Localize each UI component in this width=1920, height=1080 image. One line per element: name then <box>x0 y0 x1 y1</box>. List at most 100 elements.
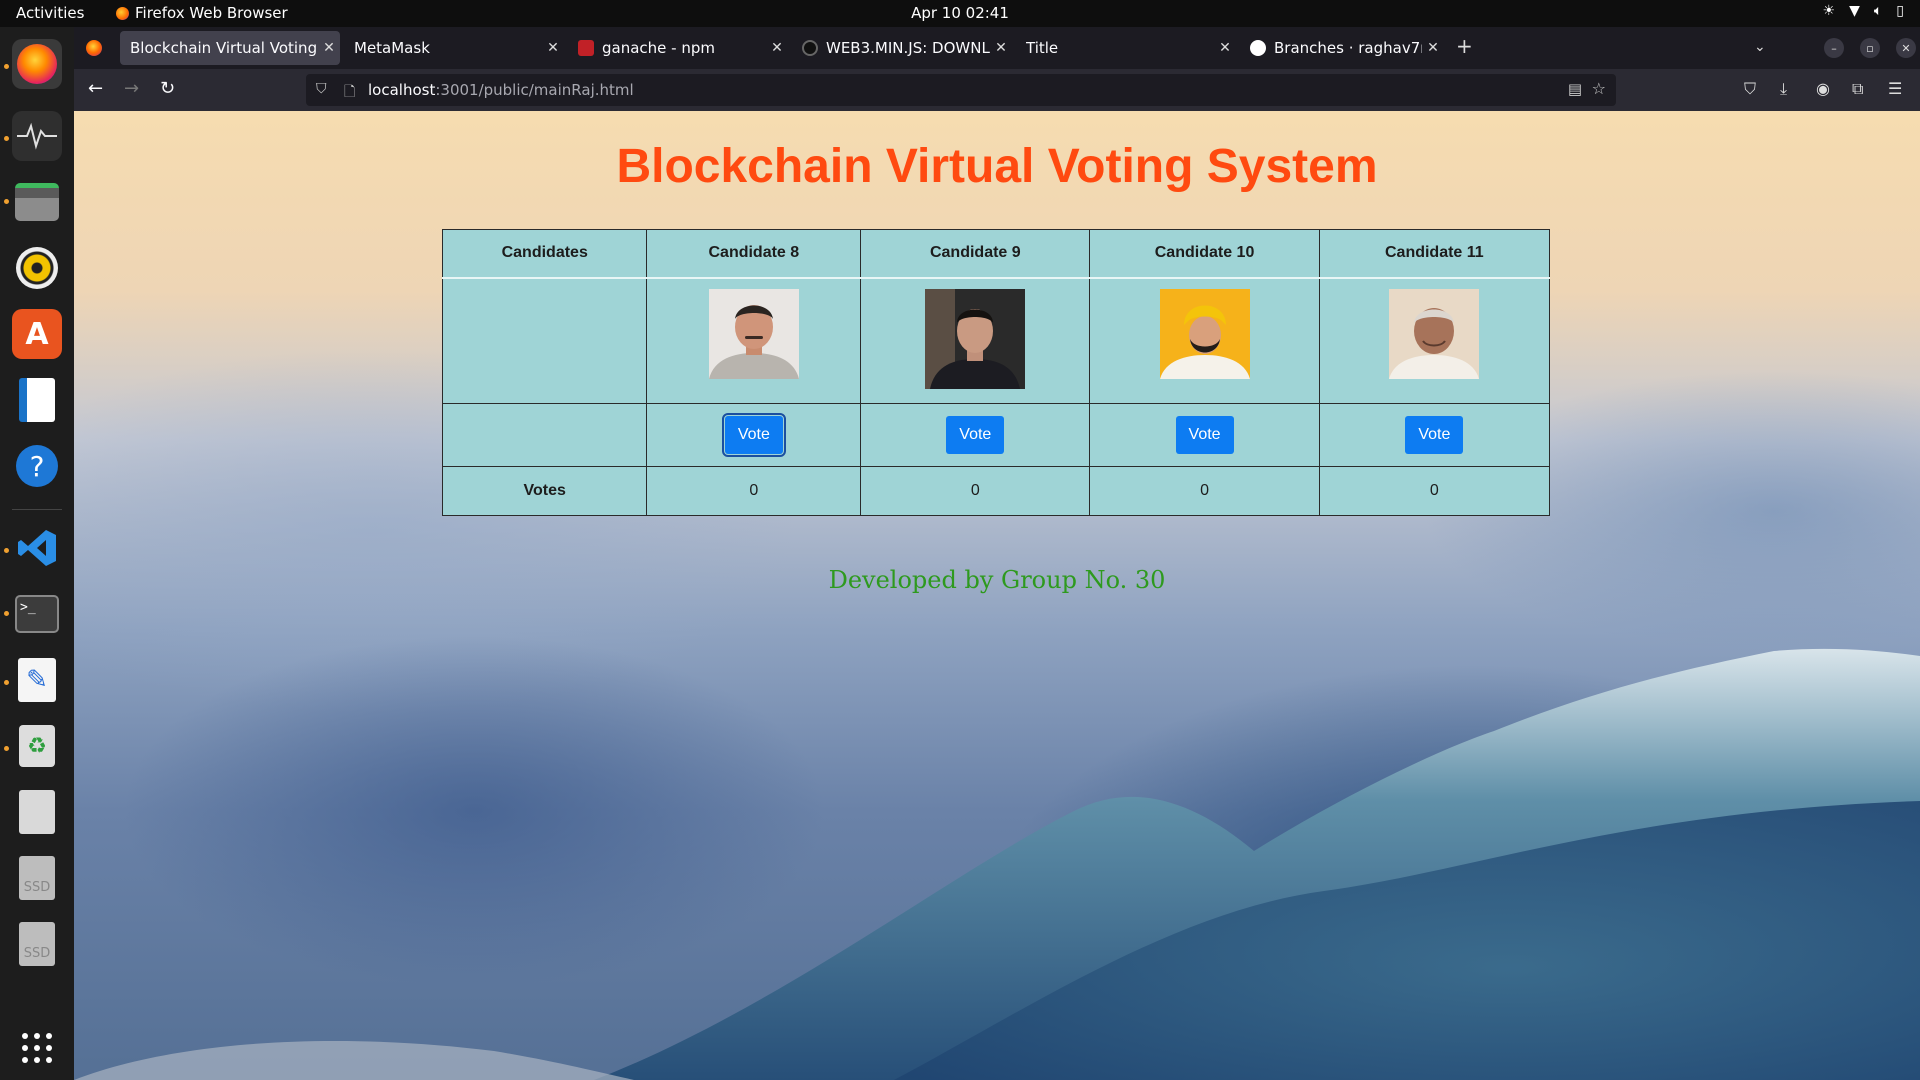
system-top-bar: Activities Firefox Web Browser Apr 10 02… <box>0 0 1920 27</box>
close-tab-icon[interactable]: ✕ <box>766 40 788 56</box>
vote-cell: Vote <box>646 403 862 467</box>
url-text[interactable]: localhost:3001/public/mainRaj.html <box>368 81 634 99</box>
store-icon: A <box>25 316 49 352</box>
clock[interactable]: Apr 10 02:41 <box>0 4 1920 22</box>
tab-label: ganache - npm <box>602 39 715 57</box>
running-indicator <box>4 680 9 685</box>
candidate-photo <box>1389 288 1480 379</box>
tracking-shield-icon[interactable]: ⛉ <box>316 81 327 97</box>
close-window-button[interactable]: ✕ <box>1896 38 1916 58</box>
dock-file-manager[interactable] <box>12 787 62 837</box>
url-bar[interactable]: ⛉ 🗋︎ localhost:3001/public/mainRaj.html … <box>306 74 1616 106</box>
app-grid-icon <box>22 1033 52 1063</box>
photo-cell <box>860 277 1091 404</box>
volume-icon: 🔈︎ <box>1873 3 1883 19</box>
photo-cell <box>1318 277 1551 404</box>
maximize-button[interactable]: ▫ <box>1860 38 1880 58</box>
page-info-icon[interactable]: 🗋︎ <box>344 81 355 105</box>
tab-github[interactable]: Branches · raghav7re/Blo ✕ <box>1240 31 1444 65</box>
menu-icon[interactable]: ☰ <box>1888 79 1902 98</box>
candidates-header: Candidates <box>441 229 648 279</box>
music-icon <box>16 247 58 289</box>
system-tray[interactable]: ☀ ▼ 🔈︎ ▯ <box>1823 3 1904 19</box>
back-button[interactable]: ← <box>88 78 103 99</box>
extensions-icon[interactable]: ⧉ <box>1852 79 1863 99</box>
close-tab-icon[interactable]: ✕ <box>542 40 564 56</box>
vote-button-row: Vote Vote Vote Vote <box>441 403 1551 467</box>
tab-ganache[interactable]: ganache - npm ✕ <box>568 31 788 65</box>
tab-voting[interactable]: Blockchain Virtual Voting Sy ✕ <box>120 31 340 65</box>
list-icon <box>19 790 55 834</box>
vote-button-candidate-9[interactable]: Vote <box>946 416 1005 454</box>
vote-button-candidate-11[interactable]: Vote <box>1405 416 1464 454</box>
tab-label: WEB3.MIN.JS: DOWNLOA <box>826 39 990 57</box>
drive-icon: SSD <box>19 856 55 900</box>
running-indicator <box>4 611 9 616</box>
dock-rhythmbox[interactable] <box>12 243 62 293</box>
app-menu[interactable]: Firefox Web Browser <box>116 4 288 22</box>
dock-writer[interactable] <box>12 375 62 425</box>
dock-vscode[interactable] <box>12 523 62 573</box>
downloads-icon[interactable]: ⤓ <box>1780 79 1787 99</box>
url-path: :3001/public/mainRaj.html <box>435 81 634 99</box>
empty-cell <box>441 403 648 467</box>
firefox-icon <box>17 44 57 84</box>
candidate-name: Candidate 11 <box>1318 229 1551 279</box>
tab-bar: Blockchain Virtual Voting Sy ✕ MetaMask … <box>74 27 1920 69</box>
dock-files[interactable] <box>12 177 62 227</box>
dock-trash[interactable]: ♻ <box>12 721 62 771</box>
photo-cell <box>1089 277 1320 404</box>
firefox-small-icon <box>116 6 129 20</box>
running-indicator <box>4 548 9 553</box>
terminal-icon: >_ <box>15 595 59 633</box>
bookmark-star-icon[interactable]: ☆ <box>1592 79 1606 98</box>
account-icon[interactable]: ◉ <box>1816 79 1830 98</box>
tab-web3[interactable]: WEB3.MIN.JS: DOWNLOA ✕ <box>792 31 1012 65</box>
candidate-name: Candidate 9 <box>860 229 1091 279</box>
minimize-button[interactable]: – <box>1824 38 1844 58</box>
vote-cell: Vote <box>1318 403 1551 467</box>
votes-label: Votes <box>441 466 648 516</box>
candidate-photo <box>708 288 799 379</box>
new-tab-button[interactable]: + <box>1456 34 1473 58</box>
list-all-tabs-chevron-icon[interactable]: ⌄ <box>1754 39 1766 55</box>
running-indicator <box>4 746 9 751</box>
dock-ssd-2[interactable]: SSD <box>12 919 62 969</box>
dock-ssd-1[interactable]: SSD <box>12 853 62 903</box>
dock-show-apps[interactable] <box>12 1023 62 1073</box>
reload-button[interactable]: ↻ <box>160 78 175 99</box>
table-header-row: Candidates Candidate 8 Candidate 9 Candi… <box>441 229 1551 279</box>
npm-icon <box>578 40 594 56</box>
dock-firefox[interactable] <box>12 39 62 89</box>
close-tab-icon[interactable]: ✕ <box>318 40 340 56</box>
activities-button[interactable]: Activities <box>16 4 84 22</box>
vote-button-candidate-8[interactable]: Vote <box>721 413 786 457</box>
vote-count: 0 <box>1318 466 1551 516</box>
dock-terminal[interactable]: >_ <box>12 589 62 639</box>
pocket-icon[interactable]: ⛉ <box>1744 79 1756 99</box>
vote-button-candidate-10[interactable]: Vote <box>1175 416 1234 454</box>
document-icon <box>19 378 55 422</box>
vscode-icon <box>18 530 56 566</box>
firefox-window: Blockchain Virtual Voting Sy ✕ MetaMask … <box>74 27 1920 1080</box>
dock-text-editor[interactable]: ✎ <box>12 655 62 705</box>
close-tab-icon[interactable]: ✕ <box>990 40 1012 56</box>
close-tab-icon[interactable]: ✕ <box>1422 40 1444 56</box>
app-name: Firefox Web Browser <box>135 4 288 22</box>
monitor-icon <box>17 122 57 150</box>
firefox-view-icon[interactable] <box>86 40 102 56</box>
dock-system-monitor[interactable] <box>12 111 62 161</box>
drive-icon: SSD <box>19 922 55 966</box>
close-tab-icon[interactable]: ✕ <box>1214 40 1236 56</box>
dock-software[interactable]: A <box>12 309 62 359</box>
tab-title[interactable]: Title ✕ <box>1016 31 1236 65</box>
vote-cell: Vote <box>1089 403 1320 467</box>
dock-help[interactable]: ? <box>12 441 62 491</box>
page-title: Blockchain Virtual Voting System <box>616 140 1378 193</box>
reader-view-icon[interactable]: ▤ <box>1568 80 1582 98</box>
tab-metamask[interactable]: MetaMask ✕ <box>344 31 564 65</box>
url-host: localhost <box>368 81 436 99</box>
photo-cell <box>646 277 862 404</box>
votes-row: Votes 0 0 0 0 <box>441 466 1551 516</box>
forward-button[interactable]: → <box>124 78 139 99</box>
